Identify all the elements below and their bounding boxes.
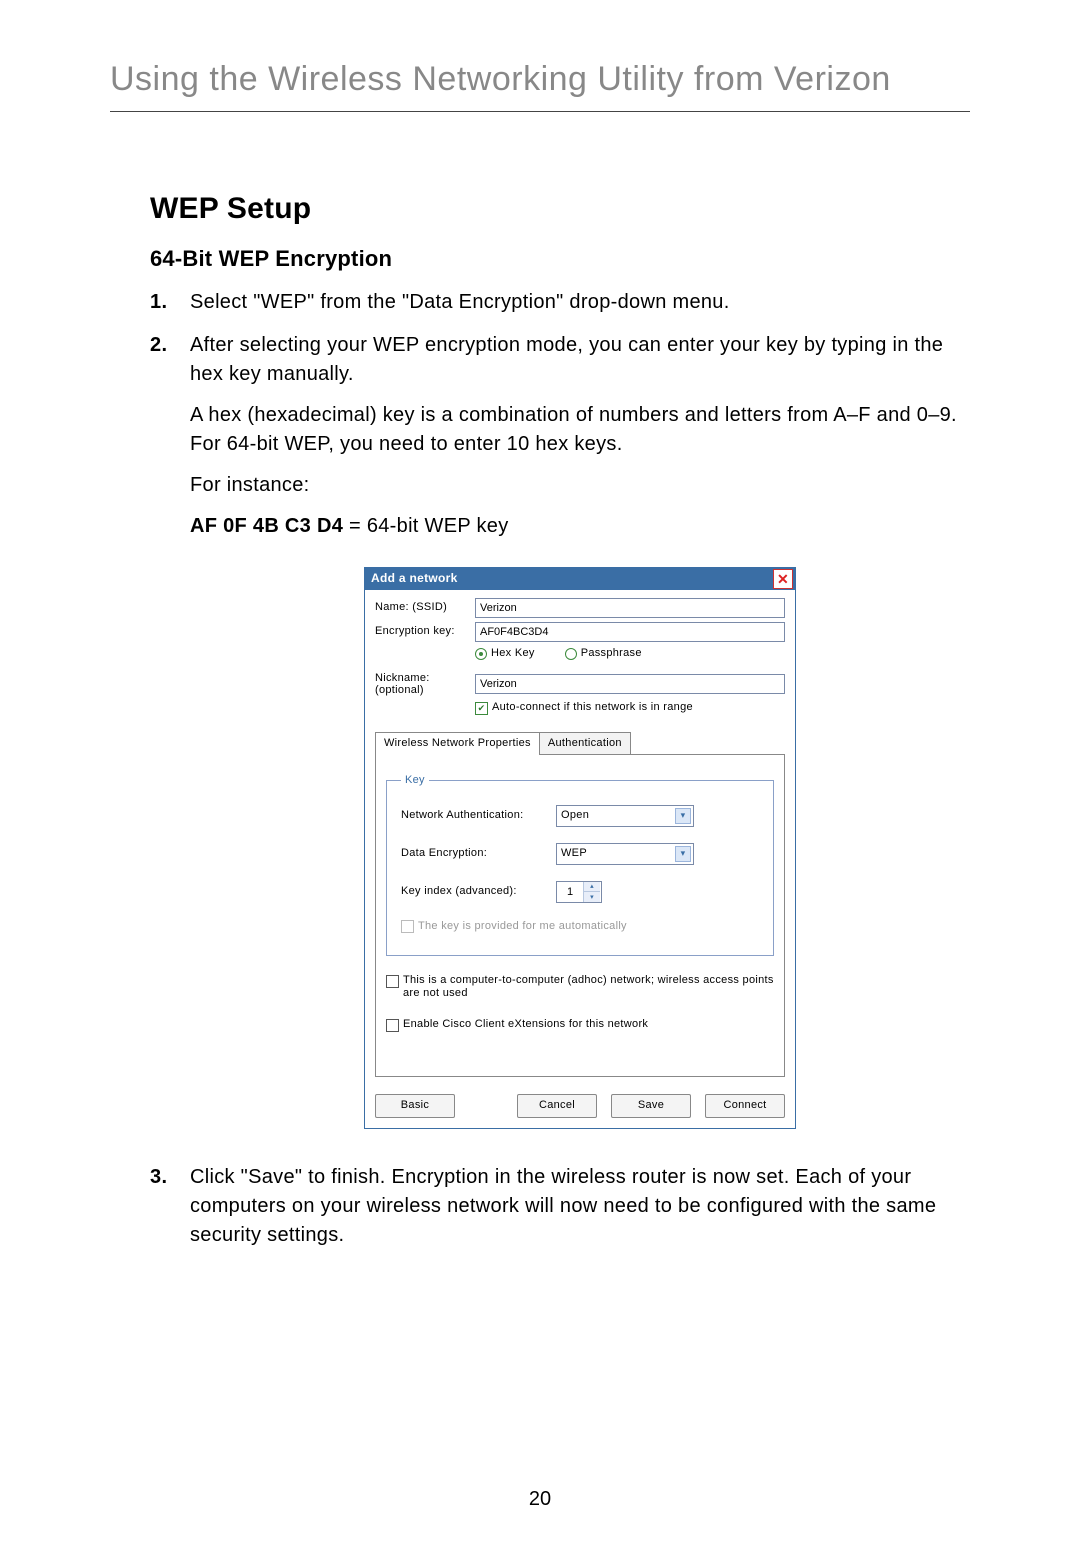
data-encryption-label: Data Encryption: — [401, 846, 556, 862]
step-2-p1: A hex (hexadecimal) key is a combination… — [190, 401, 970, 459]
save-button[interactable]: Save — [611, 1094, 691, 1118]
tab-authentication[interactable]: Authentication — [539, 732, 631, 755]
nickname-label-line1: Nickname: — [375, 672, 430, 684]
network-auth-label: Network Authentication: — [401, 808, 556, 824]
passphrase-radio-label: Passphrase — [581, 646, 642, 662]
step-2-p3: AF 0F 4B C3 D4 = 64-bit WEP key — [190, 512, 970, 541]
hex-key-radio-label: Hex Key — [491, 646, 535, 662]
checkbox-unchecked-icon — [401, 920, 414, 933]
key-index-stepper[interactable]: ▴ ▾ — [556, 881, 602, 903]
tab-wireless-properties[interactable]: Wireless Network Properties — [375, 732, 540, 755]
checkbox-unchecked-icon — [386, 975, 399, 988]
close-button[interactable]: ✕ — [773, 569, 793, 589]
dialog-upper-body: Name: (SSID) Encryption key: Hex Ke — [365, 590, 795, 728]
passphrase-radio[interactable]: Passphrase — [565, 646, 642, 662]
encryption-key-input[interactable] — [475, 622, 785, 642]
step-3-text: Click "Save" to finish. Encryption in th… — [190, 1166, 936, 1246]
radio-on-icon — [475, 648, 487, 660]
auto-key-label: The key is provided for me automatically — [418, 919, 627, 935]
nickname-label-line2: (optional) — [375, 684, 424, 696]
auto-key-checkbox: The key is provided for me automatically — [401, 919, 759, 935]
step-3: Click "Save" to finish. Encryption in th… — [150, 1163, 970, 1250]
ssid-input[interactable] — [475, 598, 785, 618]
step-2-p2: For instance: — [190, 471, 970, 500]
data-encryption-select[interactable]: WEP ▾ — [556, 843, 694, 865]
wep-key-bold: AF 0F 4B C3 D4 — [190, 515, 343, 537]
cancel-button[interactable]: Cancel — [517, 1094, 597, 1118]
hex-key-radio[interactable]: Hex Key — [475, 646, 535, 662]
checkbox-unchecked-icon — [386, 1019, 399, 1032]
dialog-titlebar: Add a network ✕ — [365, 568, 795, 590]
checkbox-checked-icon: ✔ — [475, 702, 488, 715]
close-icon: ✕ — [777, 572, 789, 586]
network-auth-select[interactable]: Open ▾ — [556, 805, 694, 827]
chevron-down-icon: ▾ — [675, 846, 691, 862]
ssid-label: Name: (SSID) — [375, 600, 475, 616]
chapter-title: Using the Wireless Networking Utility fr… — [110, 60, 970, 112]
key-index-label: Key index (advanced): — [401, 884, 556, 900]
data-encryption-value: WEP — [561, 846, 587, 862]
autoconnect-label: Auto-connect if this network is in range — [492, 700, 693, 716]
key-fieldset: Key Network Authentication: Open ▾ — [386, 773, 774, 956]
chevron-down-icon: ▾ — [675, 808, 691, 824]
section-heading-64bit: 64-Bit WEP Encryption — [150, 246, 970, 272]
nickname-input[interactable] — [475, 674, 785, 694]
step-1-text: Select "WEP" from the "Data Encryption" … — [190, 291, 730, 313]
basic-button[interactable]: Basic — [375, 1094, 455, 1118]
cisco-label: Enable Cisco Client eXtensions for this … — [403, 1018, 648, 1031]
nickname-label: Nickname: (optional) — [375, 672, 475, 696]
autoconnect-checkbox[interactable]: ✔ Auto-connect if this network is in ran… — [475, 700, 785, 716]
dialog-tabs: Wireless Network Properties Authenticati… — [365, 732, 795, 755]
page-number: 20 — [0, 1488, 1080, 1511]
spinner-up-icon[interactable]: ▴ — [584, 882, 600, 893]
dialog-title: Add a network — [371, 570, 458, 587]
tab-panel-properties: Key Network Authentication: Open ▾ — [375, 754, 785, 1077]
key-fieldset-legend: Key — [401, 773, 429, 789]
adhoc-label: This is a computer-to-computer (adhoc) n… — [403, 974, 774, 1000]
wep-key-rest: = 64-bit WEP key — [343, 515, 508, 537]
step-2: After selecting your WEP encryption mode… — [150, 331, 970, 1129]
network-auth-value: Open — [561, 808, 589, 824]
step-2-text: After selecting your WEP encryption mode… — [190, 334, 943, 385]
step-1: Select "WEP" from the "Data Encryption" … — [150, 288, 970, 317]
adhoc-checkbox[interactable]: This is a computer-to-computer (adhoc) n… — [386, 974, 774, 1000]
encryption-key-label: Encryption key: — [375, 624, 475, 640]
connect-button[interactable]: Connect — [705, 1094, 785, 1118]
section-heading-wep-setup: WEP Setup — [150, 192, 970, 226]
dialog-button-row: Basic Cancel Save Connect — [365, 1086, 795, 1128]
cisco-checkbox[interactable]: Enable Cisco Client eXtensions for this … — [386, 1018, 774, 1032]
spinner-down-icon[interactable]: ▾ — [584, 892, 600, 902]
dialog-screenshot-wrap: Add a network ✕ Name: (SSID) Enc — [190, 567, 970, 1129]
add-network-dialog: Add a network ✕ Name: (SSID) Enc — [364, 567, 796, 1129]
radio-off-icon — [565, 648, 577, 660]
key-index-value[interactable] — [557, 882, 583, 902]
